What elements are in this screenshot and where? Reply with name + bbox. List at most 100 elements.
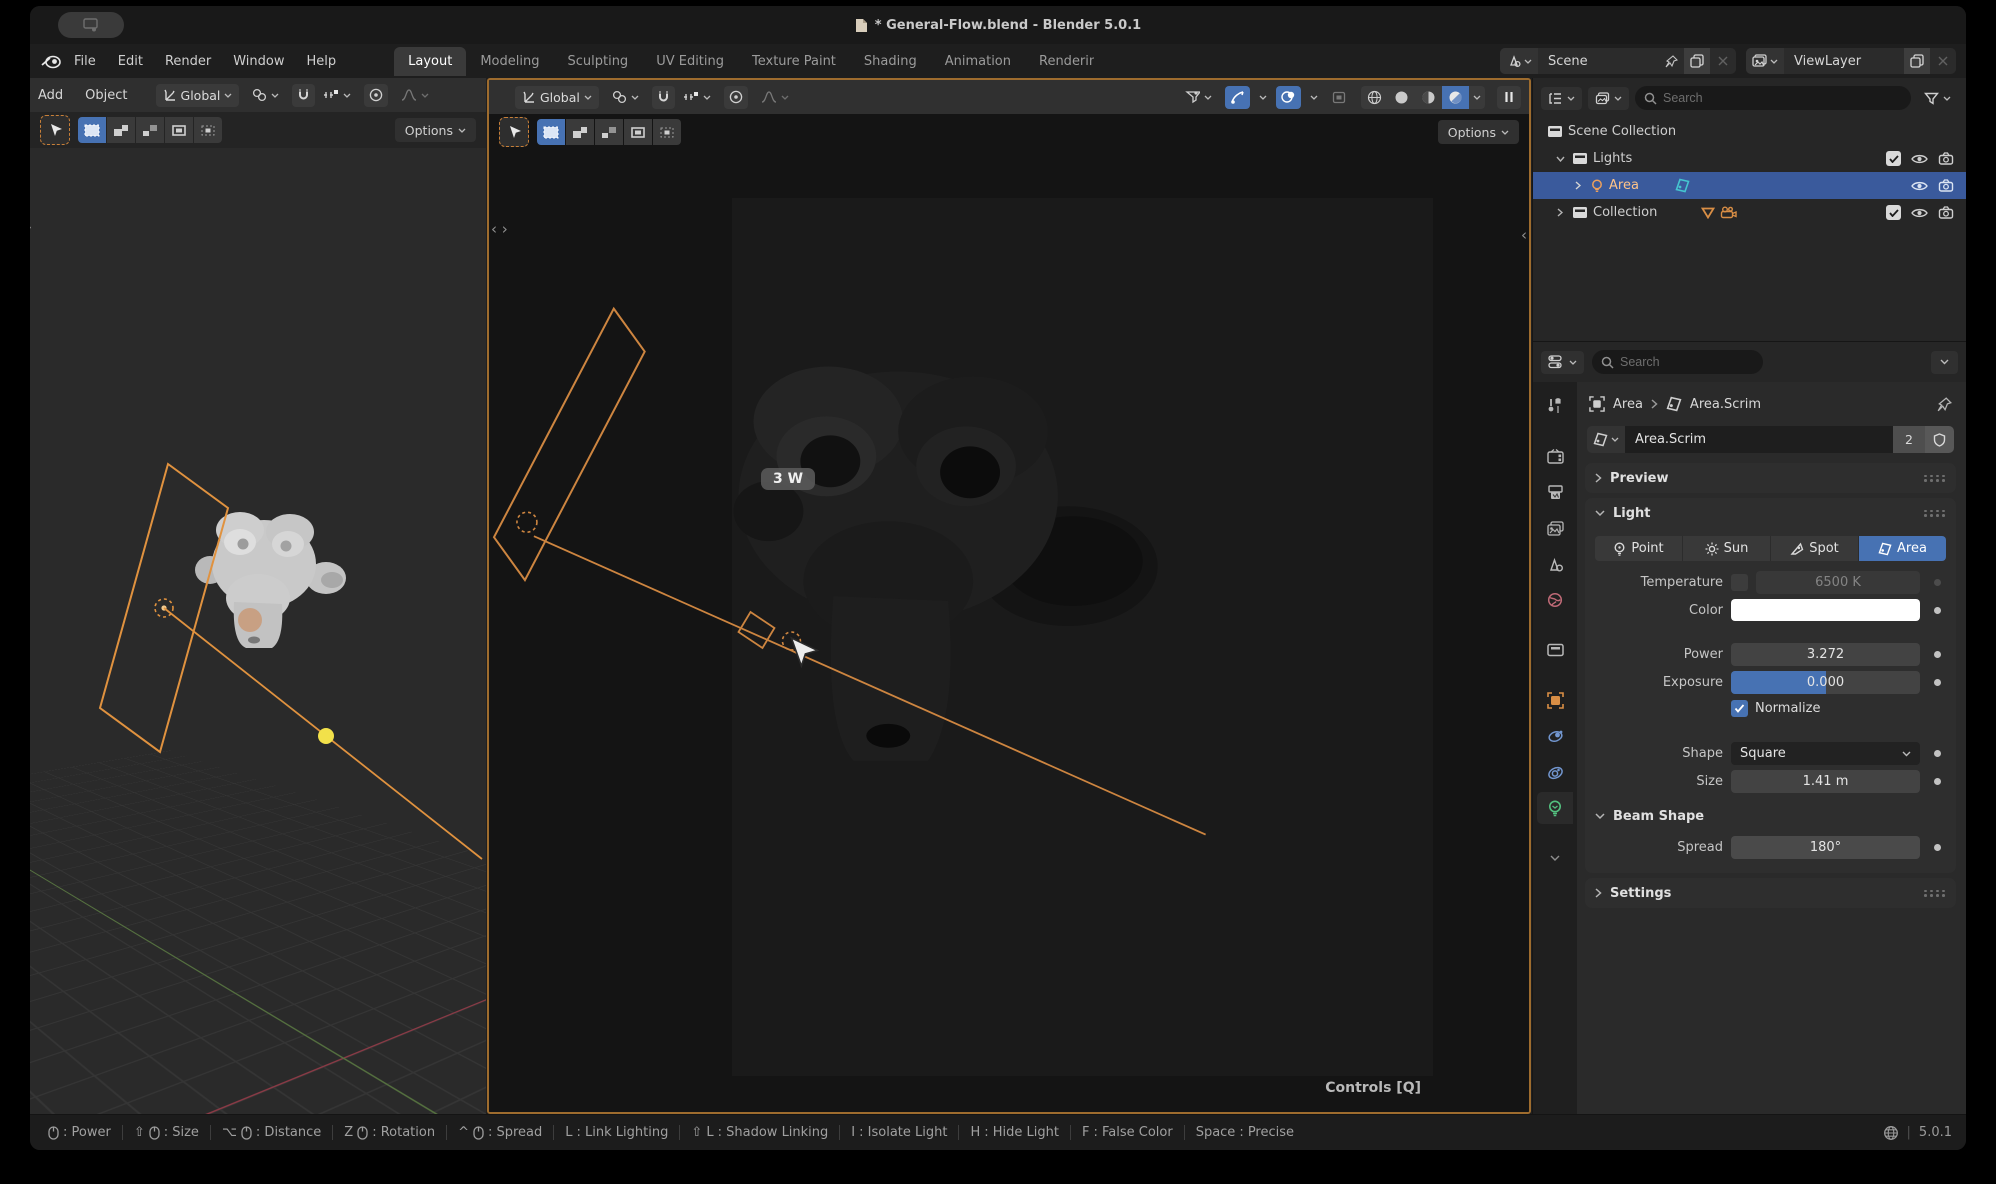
transform-orientation-dropdown[interactable]: Global [515,86,599,109]
size-field[interactable]: 1.41 m [1731,770,1920,793]
light-target-point[interactable] [318,728,334,744]
viewport-3d-left[interactable]: Add Object Global [30,78,486,1114]
view-layer-name[interactable]: ViewLayer [1784,54,1904,69]
options-dropdown-center[interactable]: Options [1438,120,1519,144]
outliner-search-input[interactable] [1663,91,1902,105]
pin-scene-button[interactable] [1658,48,1684,74]
shading-solid-button[interactable] [1388,86,1415,109]
light-type-spot[interactable]: Spot [1771,536,1859,561]
panel-grip[interactable] [1924,475,1946,482]
animate-decorator[interactable] [1928,651,1946,658]
panel-beam-shape-header[interactable]: Beam Shape [1585,801,1956,831]
tab-render[interactable] [1537,440,1573,472]
outliner-row-lights[interactable]: Lights [1533,145,1966,172]
disable-render-camera-icon[interactable] [1938,152,1954,165]
disable-render-camera-icon[interactable] [1938,206,1954,219]
select-invert-button[interactable] [165,117,193,143]
collapse-chevron-icon[interactable] [1553,156,1567,162]
exclude-checkbox[interactable] [1886,151,1901,166]
properties-search-input[interactable] [1620,355,1754,369]
tab-collection[interactable] [1537,634,1573,666]
tab-sculpting[interactable]: Sculpting [553,47,642,76]
viewport-center-canvas[interactable]: 3 W Controls [Q] [489,150,1529,1112]
tab-object-data[interactable] [1537,792,1573,824]
network-globe-icon[interactable] [1883,1125,1899,1141]
region-expand-arrow-right[interactable]: ‹ [1521,226,1527,244]
snapping-dropdown[interactable] [681,86,718,109]
select-box-new-button[interactable] [78,117,106,143]
transform-orientation-dropdown[interactable]: Global [156,84,240,107]
suzanne-rendered[interactable] [734,367,1158,761]
outliner-scene-dropdown[interactable] [1588,87,1629,110]
select-extend-button[interactable] [107,117,135,143]
region-expand-arrow-left[interactable]: › [30,218,32,236]
menu-edit[interactable]: Edit [108,50,153,73]
tab-object[interactable] [1537,684,1573,716]
show-gizmo-toggle[interactable] [1225,86,1250,109]
breadcrumb-data[interactable]: Area.Scrim [1690,397,1761,412]
panel-settings-header[interactable]: Settings [1585,878,1956,908]
proportional-editing-toggle[interactable] [364,84,388,107]
animate-decorator[interactable] [1928,579,1946,586]
temperature-field[interactable]: 6500 K [1756,571,1920,594]
select-subtract-button[interactable] [136,117,164,143]
light-data-name-field[interactable]: Area.Scrim [1625,426,1893,453]
exclude-checkbox[interactable] [1886,205,1901,220]
disable-render-camera-icon[interactable] [1938,179,1954,192]
viewport-left-canvas[interactable] [30,148,486,1114]
tab-animation[interactable]: Animation [931,47,1025,76]
proportional-falloff-dropdown[interactable] [394,84,436,107]
shading-dropdown[interactable] [1469,86,1485,109]
hide-viewport-eye-icon[interactable] [1911,207,1928,219]
menu-help[interactable]: Help [297,50,347,73]
outliner-row-scene-collection[interactable]: Scene Collection [1533,118,1966,145]
spread-field[interactable]: 180° [1731,836,1920,859]
suzanne-solid[interactable] [195,512,346,648]
hide-viewport-eye-icon[interactable] [1911,153,1928,165]
panel-preview-header[interactable]: Preview [1585,463,1956,493]
tab-scene[interactable] [1537,548,1573,580]
normalize-checkbox[interactable] [1731,700,1748,717]
menu-window[interactable]: Window [223,50,294,73]
temperature-checkbox[interactable] [1731,574,1748,591]
new-view-layer-button[interactable] [1904,48,1930,74]
xray-toggle[interactable] [1327,86,1351,109]
tab-shading[interactable]: Shading [850,47,931,76]
outliner-search[interactable] [1635,86,1911,110]
snap-toggle[interactable] [292,84,315,107]
tab-tool[interactable] [1537,390,1573,422]
proportional-editing-toggle[interactable] [724,86,748,109]
select-extend-button[interactable] [566,119,594,145]
active-tool-tweak[interactable] [40,115,70,145]
light-type-area[interactable]: Area [1859,536,1946,561]
select-box-new-button[interactable] [537,119,565,145]
unlink-scene-button[interactable] [1710,48,1736,74]
light-type-point[interactable]: Point [1595,536,1683,561]
snapping-dropdown[interactable] [321,84,358,107]
new-scene-button[interactable] [1684,48,1710,74]
viewport-render-center[interactable]: Global [487,78,1531,1114]
breadcrumb-object[interactable]: Area [1613,397,1643,412]
tab-layout[interactable]: Layout [394,47,466,76]
panel-grip[interactable] [1924,510,1946,517]
select-intersect-button[interactable] [194,117,222,143]
pin-icon[interactable] [1937,397,1952,412]
proportional-falloff-dropdown[interactable] [754,86,796,109]
blender-logo-icon[interactable] [40,52,62,70]
tab-texture-paint[interactable]: Texture Paint [738,47,850,76]
view-object-types-dropdown[interactable] [1178,86,1219,109]
exposure-slider[interactable]: 0.000 [1731,671,1920,694]
pivot-point-dropdown[interactable] [245,84,286,107]
editor-type-dropdown[interactable] [1541,351,1584,374]
tab-rendering[interactable]: Rendering [1025,47,1094,76]
outliner-display-mode-dropdown[interactable] [1541,87,1582,110]
tab-physics[interactable] [1537,756,1573,788]
active-tool-tweak[interactable] [499,117,529,147]
animate-decorator[interactable] [1928,844,1946,851]
power-field[interactable]: 3.272 [1731,643,1920,666]
tab-view-layer[interactable] [1537,512,1573,544]
light-type-sun[interactable]: Sun [1683,536,1771,561]
scene-name[interactable]: Scene [1538,54,1658,69]
outliner-row-area[interactable]: Area [1533,172,1966,199]
users-count-button[interactable]: 2 [1893,426,1925,453]
